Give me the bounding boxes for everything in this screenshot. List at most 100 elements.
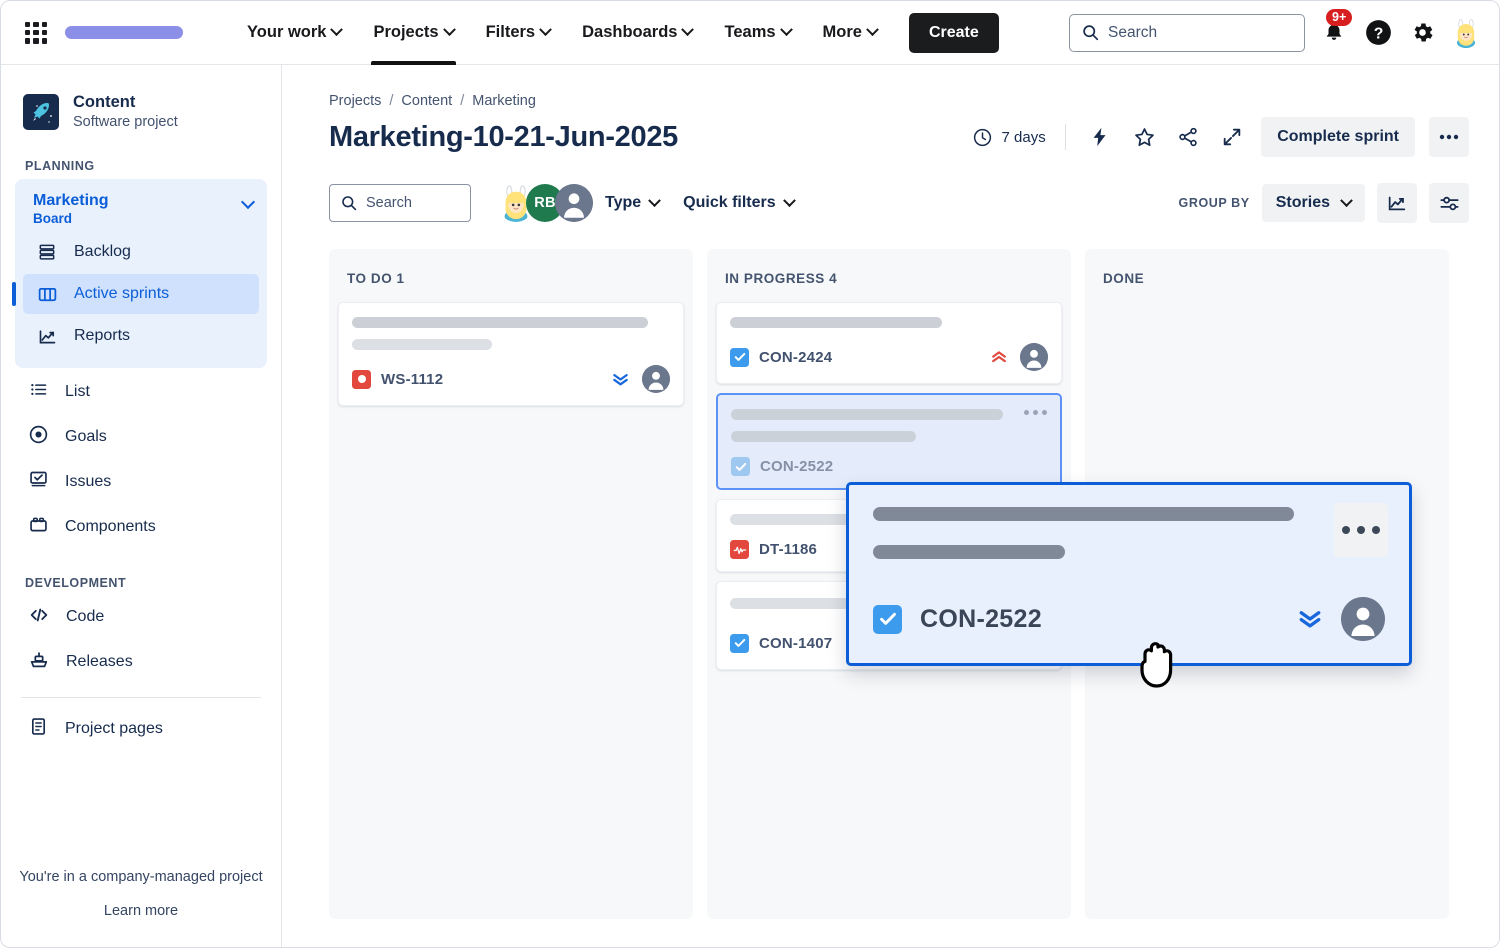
card-footer: CON-2522 [731,457,1047,476]
cartoon-avatar-icon [1457,18,1475,48]
type-filter-dropdown[interactable]: Type [593,185,671,221]
drag-card-more-options-button[interactable] [1334,503,1388,557]
search-icon [1083,25,1099,41]
profile-avatar[interactable] [1451,18,1481,48]
card-assignee-avatar[interactable] [1020,343,1048,371]
nav-projects[interactable]: Projects [357,1,469,65]
sidebar-item-code[interactable]: Code [21,596,261,638]
clock-icon [973,128,991,146]
jira-logo-placeholder[interactable] [65,26,183,39]
card-summary-placeholder [731,409,1003,420]
code-icon [28,604,50,631]
card-ws-1112[interactable]: WS-1112 [338,302,684,406]
backlog-icon [36,241,58,263]
search-icon [342,196,357,211]
list-icon [28,379,49,405]
card-key-con-1407[interactable]: CON-1407 [759,635,832,652]
drag-card-meta [1295,597,1385,641]
incident-icon [730,540,749,559]
card-key-dt-1186[interactable]: DT-1186 [759,541,817,558]
card-more-options-icon[interactable] [1024,410,1047,415]
drag-card-key[interactable]: CON-2522 [920,605,1042,634]
breadcrumb-content[interactable]: Content [401,93,452,109]
card-key-ws-1112[interactable]: WS-1112 [381,371,443,388]
grid-apps-icon[interactable] [25,21,47,44]
rocket-icon [23,93,59,130]
learn-more-link[interactable]: Learn more [1,903,281,919]
star-icon[interactable] [1129,122,1159,152]
sidebar-item-components[interactable]: Components [21,506,261,548]
sidebar-item-components-label: Components [65,518,156,536]
complete-sprint-button[interactable]: Complete sprint [1261,117,1415,157]
lowest-priority-icon [1299,611,1321,628]
target-icon [28,424,49,450]
days-remaining-label: 7 days [1001,128,1046,146]
sidebar-item-issues[interactable]: Issues [21,461,261,503]
notification-count-badge: 9+ [1326,8,1353,26]
top-nav-right-actions: Search 9+ ? [1069,8,1499,52]
breadcrumb-marketing[interactable]: Marketing [472,93,536,109]
card-assignee-avatar[interactable] [642,365,670,393]
card-key-con-2424[interactable]: CON-2424 [759,349,832,366]
sidebar-item-list[interactable]: List [21,371,261,413]
quick-filters-dropdown[interactable]: Quick filters [671,185,805,221]
group-by-dropdown[interactable]: Stories [1261,184,1365,222]
card-con-2424[interactable]: CON-2424 [716,302,1062,384]
board-search-input[interactable]: Search [329,184,471,222]
dragging-card-con-2522[interactable]: CON-2522 [846,482,1412,666]
chevron-down-icon [779,23,793,37]
sidebar-item-issues-label: Issues [65,473,112,491]
default-avatar-icon [555,184,593,222]
sidebar-item-active-sprints-label: Active sprints [74,285,170,303]
chevron-down-icon[interactable] [240,195,256,210]
drag-card-assignee-avatar[interactable] [1341,597,1385,641]
nav-your-work[interactable]: Your work [231,1,357,65]
svg-text:?: ? [1373,26,1383,43]
nav-filters[interactable]: Filters [470,1,567,65]
sidebar-item-project-pages-label: Project pages [65,720,163,738]
sidebar-item-active-sprints[interactable]: Active sprints [12,274,259,315]
sidebar-footer: You're in a company-managed project Lear… [1,869,281,919]
sidebar-item-list-label: List [65,383,90,401]
card-con-2522-drag-source[interactable]: CON-2522 [716,393,1062,490]
breadcrumb-projects[interactable]: Projects [329,93,381,109]
sidebar-item-reports[interactable]: Reports [23,316,259,356]
avatar-filter-unassigned[interactable] [555,184,593,222]
board-group-name: Marketing [33,192,109,210]
sidebar-item-goals[interactable]: Goals [21,416,261,458]
create-button[interactable]: Create [908,12,999,53]
breadcrumb: Projects / Content / Marketing [282,65,1499,109]
drag-card-summary-placeholder-2 [873,545,1065,559]
chevron-down-icon [866,23,879,37]
global-search-placeholder: Search [1108,23,1158,41]
sprint-more-actions-button[interactable] [1429,117,1469,157]
lightning-bolt-icon[interactable] [1085,122,1115,152]
column-title-in-progress: IN PROGRESS 4 [725,271,838,286]
sidebar-item-releases[interactable]: Releases [21,641,261,683]
card-meta [610,365,670,393]
gear-icon [1414,23,1432,42]
help-button[interactable]: ? [1363,18,1393,48]
settings-button[interactable] [1407,18,1437,48]
nav-teams[interactable]: Teams [708,1,806,65]
expand-icon[interactable] [1217,122,1247,152]
global-search-input[interactable]: Search [1069,13,1305,52]
project-header[interactable]: Content Software project [1,65,281,131]
top-navigation-bar: Your work Projects Filters Dashboards Te… [1,1,1499,65]
card-footer: CON-2424 [730,343,1048,371]
sidebar-item-project-pages[interactable]: Project pages [21,708,261,750]
share-icon[interactable] [1173,122,1203,152]
notifications-button[interactable]: 9+ [1319,8,1353,48]
chevron-down-icon [782,193,796,207]
nav-more[interactable]: More [807,1,893,65]
sidebar-item-backlog[interactable]: Backlog [23,232,259,272]
nav-teams-label: Teams [724,23,776,41]
sidebar-item-reports-label: Reports [74,327,131,345]
page-title: Marketing-10-21-Jun-2025 [329,120,678,153]
nav-dashboards[interactable]: Dashboards [566,1,708,65]
more-options-icon [1439,134,1459,140]
board-settings-button[interactable] [1429,183,1469,223]
board-group-header[interactable]: Marketing Board [15,187,267,230]
insights-button[interactable] [1377,183,1417,223]
card-key-con-2522-source[interactable]: CON-2522 [760,458,833,475]
